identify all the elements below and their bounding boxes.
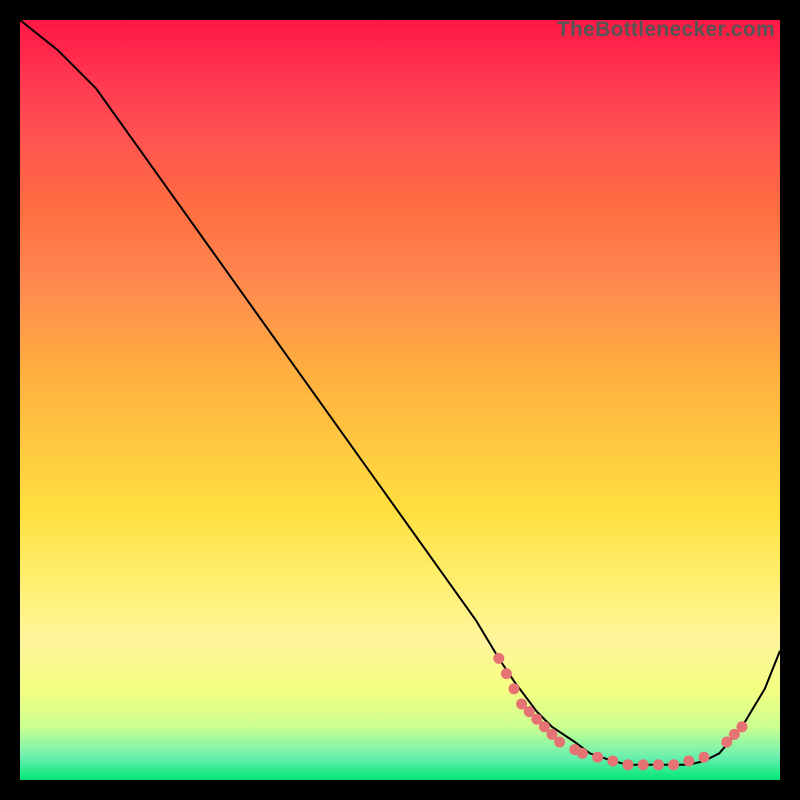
gradient-background [20,20,780,780]
chart-container: TheBottlenecker.com [20,20,780,780]
plot-area: TheBottlenecker.com [20,20,780,780]
watermark-text: TheBottlenecker.com [557,18,775,42]
